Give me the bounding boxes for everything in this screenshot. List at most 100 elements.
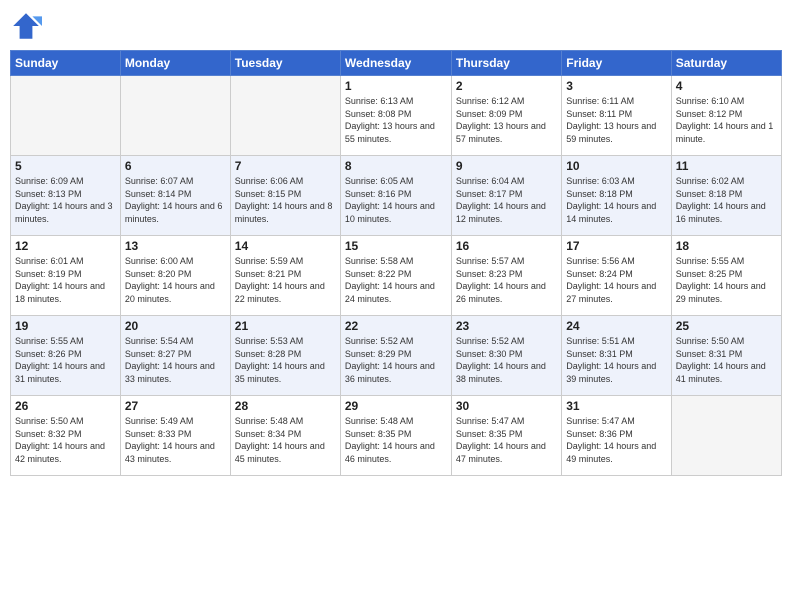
weekday-header: Wednesday — [340, 51, 451, 76]
day-info: Sunrise: 5:48 AMSunset: 8:35 PMDaylight:… — [345, 415, 447, 465]
day-info: Sunrise: 5:54 AMSunset: 8:27 PMDaylight:… — [125, 335, 226, 385]
day-number: 28 — [235, 399, 336, 413]
calendar-day-cell: 5 Sunrise: 6:09 AMSunset: 8:13 PMDaylight… — [11, 156, 121, 236]
day-info: Sunrise: 6:05 AMSunset: 8:16 PMDaylight:… — [345, 175, 447, 225]
logo-icon — [10, 10, 42, 42]
day-number: 24 — [566, 319, 666, 333]
day-info: Sunrise: 6:11 AMSunset: 8:11 PMDaylight:… — [566, 95, 666, 145]
day-number: 26 — [15, 399, 116, 413]
day-info: Sunrise: 5:52 AMSunset: 8:29 PMDaylight:… — [345, 335, 447, 385]
calendar-day-cell: 27 Sunrise: 5:49 AMSunset: 8:33 PMDayligh… — [120, 396, 230, 476]
day-number: 5 — [15, 159, 116, 173]
weekday-header: Friday — [562, 51, 671, 76]
day-info: Sunrise: 6:09 AMSunset: 8:13 PMDaylight:… — [15, 175, 116, 225]
calendar-week-row: 26 Sunrise: 5:50 AMSunset: 8:32 PMDayligh… — [11, 396, 782, 476]
calendar-day-cell: 23 Sunrise: 5:52 AMSunset: 8:30 PMDayligh… — [451, 316, 561, 396]
day-number: 29 — [345, 399, 447, 413]
calendar-day-cell: 30 Sunrise: 5:47 AMSunset: 8:35 PMDayligh… — [451, 396, 561, 476]
calendar-day-cell — [11, 76, 121, 156]
day-info: Sunrise: 5:49 AMSunset: 8:33 PMDaylight:… — [125, 415, 226, 465]
calendar-week-row: 19 Sunrise: 5:55 AMSunset: 8:26 PMDayligh… — [11, 316, 782, 396]
day-info: Sunrise: 5:55 AMSunset: 8:25 PMDaylight:… — [676, 255, 777, 305]
day-number: 3 — [566, 79, 666, 93]
day-info: Sunrise: 6:07 AMSunset: 8:14 PMDaylight:… — [125, 175, 226, 225]
day-info: Sunrise: 5:47 AMSunset: 8:36 PMDaylight:… — [566, 415, 666, 465]
header — [10, 10, 782, 42]
day-info: Sunrise: 5:53 AMSunset: 8:28 PMDaylight:… — [235, 335, 336, 385]
calendar-day-cell: 24 Sunrise: 5:51 AMSunset: 8:31 PMDayligh… — [562, 316, 671, 396]
day-number: 7 — [235, 159, 336, 173]
calendar-day-cell: 18 Sunrise: 5:55 AMSunset: 8:25 PMDayligh… — [671, 236, 781, 316]
weekday-header: Saturday — [671, 51, 781, 76]
day-number: 10 — [566, 159, 666, 173]
calendar-day-cell: 26 Sunrise: 5:50 AMSunset: 8:32 PMDayligh… — [11, 396, 121, 476]
calendar-week-row: 1Sunrise: 6:13 AMSunset: 8:08 PMDaylight… — [11, 76, 782, 156]
day-number: 4 — [676, 79, 777, 93]
day-info: Sunrise: 6:04 AMSunset: 8:17 PMDaylight:… — [456, 175, 557, 225]
day-info: Sunrise: 6:00 AMSunset: 8:20 PMDaylight:… — [125, 255, 226, 305]
day-number: 6 — [125, 159, 226, 173]
calendar-day-cell: 2 Sunrise: 6:12 AMSunset: 8:09 PMDaylight… — [451, 76, 561, 156]
day-number: 18 — [676, 239, 777, 253]
day-number: 22 — [345, 319, 447, 333]
calendar-day-cell: 15 Sunrise: 5:58 AMSunset: 8:22 PMDayligh… — [340, 236, 451, 316]
calendar-day-cell: 31 Sunrise: 5:47 AMSunset: 8:36 PMDayligh… — [562, 396, 671, 476]
day-info: Sunrise: 6:12 AMSunset: 8:09 PMDaylight:… — [456, 95, 557, 145]
logo — [10, 10, 46, 42]
day-info: Sunrise: 5:58 AMSunset: 8:22 PMDaylight:… — [345, 255, 447, 305]
day-info: Sunrise: 6:06 AMSunset: 8:15 PMDaylight:… — [235, 175, 336, 225]
calendar-day-cell: 7 Sunrise: 6:06 AMSunset: 8:15 PMDaylight… — [230, 156, 340, 236]
calendar-day-cell: 22 Sunrise: 5:52 AMSunset: 8:29 PMDayligh… — [340, 316, 451, 396]
calendar-day-cell: 3 Sunrise: 6:11 AMSunset: 8:11 PMDaylight… — [562, 76, 671, 156]
calendar-day-cell: 16 Sunrise: 5:57 AMSunset: 8:23 PMDayligh… — [451, 236, 561, 316]
day-number: 31 — [566, 399, 666, 413]
calendar-day-cell: 1Sunrise: 6:13 AMSunset: 8:08 PMDaylight… — [340, 76, 451, 156]
day-number: 23 — [456, 319, 557, 333]
calendar-header-row: SundayMondayTuesdayWednesdayThursdayFrid… — [11, 51, 782, 76]
day-info: Sunrise: 6:01 AMSunset: 8:19 PMDaylight:… — [15, 255, 116, 305]
calendar-day-cell: 28 Sunrise: 5:48 AMSunset: 8:34 PMDayligh… — [230, 396, 340, 476]
calendar-day-cell — [230, 76, 340, 156]
day-number: 2 — [456, 79, 557, 93]
day-number: 27 — [125, 399, 226, 413]
calendar-day-cell: 17Sunrise: 5:56 AMSunset: 8:24 PMDayligh… — [562, 236, 671, 316]
calendar-day-cell: 21 Sunrise: 5:53 AMSunset: 8:28 PMDayligh… — [230, 316, 340, 396]
day-number: 11 — [676, 159, 777, 173]
calendar-day-cell: 14 Sunrise: 5:59 AMSunset: 8:21 PMDayligh… — [230, 236, 340, 316]
day-number: 1 — [345, 79, 447, 93]
day-number: 16 — [456, 239, 557, 253]
day-info: Sunrise: 5:59 AMSunset: 8:21 PMDaylight:… — [235, 255, 336, 305]
calendar-day-cell: 19 Sunrise: 5:55 AMSunset: 8:26 PMDayligh… — [11, 316, 121, 396]
day-info: Sunrise: 6:10 AMSunset: 8:12 PMDaylight:… — [676, 95, 777, 145]
day-number: 19 — [15, 319, 116, 333]
calendar-day-cell: 4 Sunrise: 6:10 AMSunset: 8:12 PMDaylight… — [671, 76, 781, 156]
day-info: Sunrise: 5:48 AMSunset: 8:34 PMDaylight:… — [235, 415, 336, 465]
day-info: Sunrise: 6:03 AMSunset: 8:18 PMDaylight:… — [566, 175, 666, 225]
day-number: 14 — [235, 239, 336, 253]
calendar-day-cell: 10 Sunrise: 6:03 AMSunset: 8:18 PMDayligh… — [562, 156, 671, 236]
day-number: 17 — [566, 239, 666, 253]
day-info: Sunrise: 5:55 AMSunset: 8:26 PMDaylight:… — [15, 335, 116, 385]
day-info: Sunrise: 6:02 AMSunset: 8:18 PMDaylight:… — [676, 175, 777, 225]
day-info: Sunrise: 5:47 AMSunset: 8:35 PMDaylight:… — [456, 415, 557, 465]
calendar-day-cell: 12 Sunrise: 6:01 AMSunset: 8:19 PMDayligh… — [11, 236, 121, 316]
day-number: 15 — [345, 239, 447, 253]
day-info: Sunrise: 5:57 AMSunset: 8:23 PMDaylight:… — [456, 255, 557, 305]
day-number: 13 — [125, 239, 226, 253]
day-info: Sunrise: 5:52 AMSunset: 8:30 PMDaylight:… — [456, 335, 557, 385]
calendar-day-cell: 6 Sunrise: 6:07 AMSunset: 8:14 PMDaylight… — [120, 156, 230, 236]
calendar-day-cell: 20Sunrise: 5:54 AMSunset: 8:27 PMDayligh… — [120, 316, 230, 396]
day-info: Sunrise: 5:51 AMSunset: 8:31 PMDaylight:… — [566, 335, 666, 385]
calendar: SundayMondayTuesdayWednesdayThursdayFrid… — [10, 50, 782, 476]
calendar-day-cell — [120, 76, 230, 156]
calendar-week-row: 12 Sunrise: 6:01 AMSunset: 8:19 PMDayligh… — [11, 236, 782, 316]
day-number: 21 — [235, 319, 336, 333]
day-info: Sunrise: 5:50 AMSunset: 8:32 PMDaylight:… — [15, 415, 116, 465]
calendar-day-cell: 8Sunrise: 6:05 AMSunset: 8:16 PMDaylight… — [340, 156, 451, 236]
weekday-header: Tuesday — [230, 51, 340, 76]
calendar-day-cell: 29 Sunrise: 5:48 AMSunset: 8:35 PMDayligh… — [340, 396, 451, 476]
day-number: 12 — [15, 239, 116, 253]
weekday-header: Monday — [120, 51, 230, 76]
day-number: 30 — [456, 399, 557, 413]
calendar-day-cell — [671, 396, 781, 476]
